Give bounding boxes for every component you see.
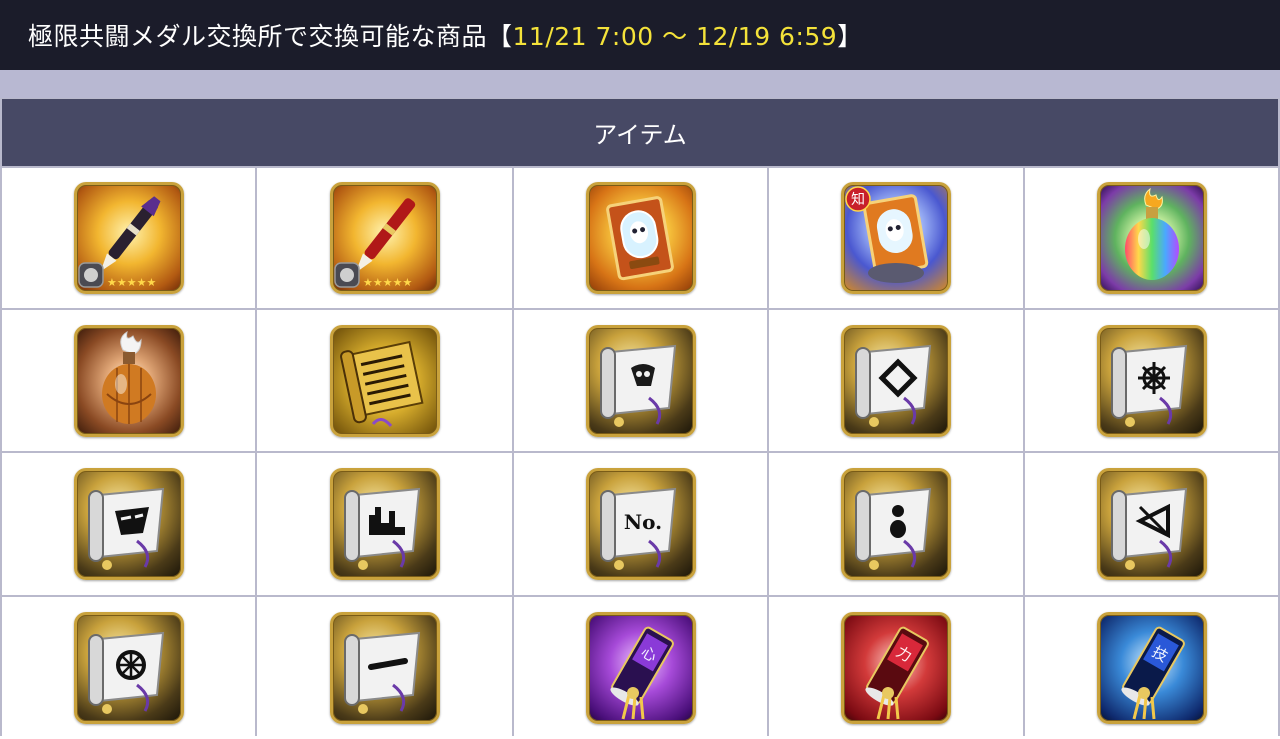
item-cell[interactable]: 心 bbox=[514, 597, 767, 739]
purple-talisman-icon: 心 bbox=[585, 612, 696, 724]
period-close-bracket: 】 bbox=[837, 22, 863, 51]
scroll-mask-mark-icon bbox=[73, 468, 184, 580]
hollow-mask-card-icon bbox=[585, 182, 696, 294]
item-cell[interactable]: 力 bbox=[769, 597, 1023, 739]
item-cell[interactable] bbox=[1025, 168, 1278, 308]
item-cell[interactable] bbox=[1025, 453, 1278, 595]
scroll-diamond-mark-icon bbox=[841, 324, 951, 437]
scroll-mark-text: No. bbox=[623, 510, 661, 534]
item-cell[interactable]: 技 bbox=[1025, 597, 1278, 739]
item-cell[interactable] bbox=[514, 310, 767, 451]
rainbow-potion-icon bbox=[1096, 182, 1207, 294]
divider-band bbox=[0, 70, 1280, 98]
scroll-bow-mark-icon bbox=[1096, 468, 1207, 580]
copper-potion-icon bbox=[73, 324, 184, 437]
scroll-no-mark-icon: No. bbox=[585, 468, 696, 580]
scroll-flower-mark-icon bbox=[1096, 324, 1207, 437]
brush-weapon-purple-icon: ★★★★★ bbox=[73, 182, 184, 294]
knowledge-badge: 知 bbox=[851, 191, 865, 208]
scroll-dots-mark-icon bbox=[841, 468, 951, 580]
page-title-bar: 極限共闘メダル交換所で交換可能な商品 【 11/21 7:00 〜 12/19 … bbox=[0, 0, 1280, 70]
exchange-period: 11/21 7:00 〜 12/19 6:59 bbox=[512, 22, 838, 51]
item-table: アイテム ★★★★★ ★★★★★ 知 No. 心 力 技 bbox=[0, 98, 1280, 739]
red-talisman-icon: 力 bbox=[841, 612, 951, 724]
period-open-bracket: 【 bbox=[487, 22, 513, 51]
item-cell[interactable] bbox=[2, 597, 255, 739]
item-cell[interactable] bbox=[1025, 310, 1278, 451]
rarity-stars: ★★★★★ bbox=[107, 276, 156, 289]
column-header-items: アイテム bbox=[2, 99, 1278, 166]
item-cell[interactable]: ★★★★★ bbox=[257, 168, 512, 308]
item-cell[interactable]: ★★★★★ bbox=[2, 168, 255, 308]
brush-weapon-red-icon: ★★★★★ bbox=[329, 182, 440, 294]
scroll-wheel-mark-icon bbox=[73, 612, 184, 724]
item-cell[interactable]: No. bbox=[514, 453, 767, 595]
item-cell[interactable]: 知 bbox=[769, 168, 1023, 308]
item-cell[interactable] bbox=[514, 168, 767, 308]
scroll-line-mark-icon bbox=[329, 612, 440, 724]
scroll-city-mark-icon bbox=[329, 468, 440, 580]
item-cell[interactable] bbox=[769, 453, 1023, 595]
hollow-mask-card-blue-icon: 知 bbox=[841, 182, 951, 294]
item-cell[interactable] bbox=[2, 310, 255, 451]
scroll-hollow-mark-icon bbox=[585, 324, 696, 437]
rarity-stars: ★★★★★ bbox=[363, 276, 412, 289]
item-cell[interactable] bbox=[769, 310, 1023, 451]
blue-talisman-icon: 技 bbox=[1096, 612, 1207, 724]
page-title: 極限共闘メダル交換所で交換可能な商品 bbox=[28, 22, 488, 51]
item-cell[interactable] bbox=[257, 310, 512, 451]
item-cell[interactable] bbox=[257, 453, 512, 595]
golden-scroll-icon bbox=[329, 324, 440, 437]
item-cell[interactable] bbox=[257, 597, 512, 739]
item-cell[interactable] bbox=[2, 453, 255, 595]
